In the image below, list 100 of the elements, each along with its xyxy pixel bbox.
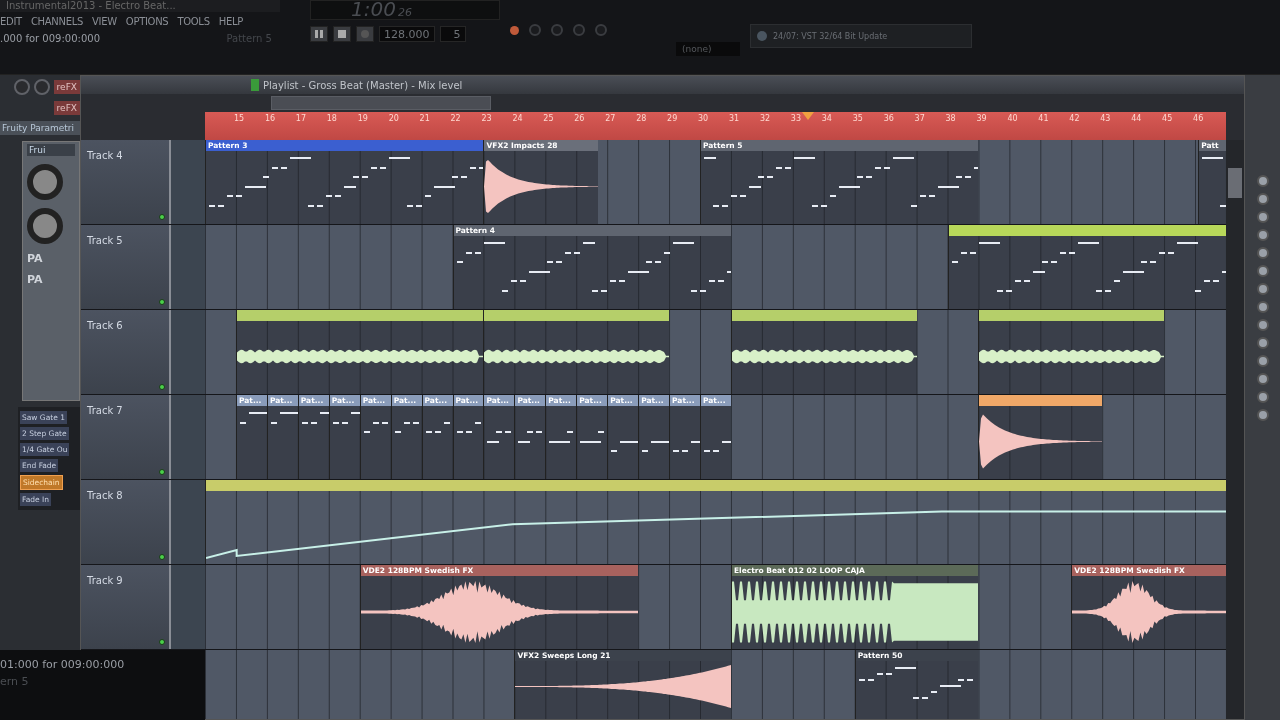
note-pattern-drawing	[301, 412, 329, 424]
stop-button[interactable]	[333, 26, 351, 42]
knob-icon[interactable]	[1256, 247, 1269, 259]
record-button[interactable]	[356, 26, 374, 42]
note-pattern-drawing	[332, 412, 360, 424]
led-icon[interactable]	[159, 384, 165, 390]
note-pattern-drawing	[363, 422, 388, 433]
knob-icon[interactable]	[1256, 337, 1269, 349]
knob-icon[interactable]	[1256, 391, 1269, 403]
bar-number: 33	[790, 114, 802, 123]
knob-icon[interactable]	[1256, 373, 1269, 385]
pattern-display[interactable]: 5	[439, 26, 466, 42]
bar-number: 32	[759, 114, 771, 123]
dial-icon[interactable]	[27, 164, 63, 200]
menu-item[interactable]: TOOLS	[177, 16, 210, 27]
note-pattern-drawing	[239, 412, 267, 424]
note-pattern-drawing	[425, 422, 450, 433]
bar-number: 22	[450, 114, 461, 123]
bar-number: 15	[233, 114, 245, 123]
news-panel[interactable]: 24/07: VST 32/64 Bit Update	[750, 24, 972, 48]
bar-number: 16	[264, 114, 276, 123]
scrollbar[interactable]	[1226, 140, 1244, 719]
note-pattern-drawing	[1202, 157, 1226, 207]
timeline-ruler[interactable]: 15 16 17 18 19 20 21 22 23 24 25 26 27 28 29 30 31 32 33 34 35 36 37 38 39 40 41 42 43 44 45 46	[205, 112, 1226, 140]
note-pattern-drawing	[549, 431, 574, 443]
bar-number: 43	[1100, 114, 1111, 123]
stop-icon	[337, 29, 347, 39]
record-icon	[360, 29, 370, 39]
knob-icon[interactable]	[13, 79, 30, 95]
menu-item[interactable]: HELP	[218, 16, 243, 27]
clip[interactable]	[978, 395, 1103, 479]
led-icon[interactable]	[159, 639, 165, 645]
led-icon[interactable]	[159, 214, 165, 220]
scrollbar-thumb[interactable]	[1228, 168, 1242, 198]
clip[interactable]	[947, 225, 1226, 309]
dial-icon[interactable]	[27, 208, 63, 244]
time-display: 1:00 26	[310, 0, 500, 20]
clip[interactable]	[730, 310, 917, 394]
note-pattern-drawing	[518, 431, 543, 443]
bar-number: 30	[698, 114, 709, 123]
panel-label: PA	[27, 252, 44, 265]
led-icon[interactable]	[159, 554, 165, 560]
plugin-button[interactable]: reFX	[53, 80, 80, 94]
preset-field[interactable]: (none)	[676, 42, 740, 56]
track-header[interactable]: Track 8	[81, 480, 171, 564]
bar-number: 17	[295, 114, 306, 123]
knob-icon[interactable]	[1256, 229, 1269, 241]
hint-text: .000 for 009:00:000	[0, 33, 100, 44]
track-name: Track 9	[87, 575, 123, 586]
led-icon[interactable]	[159, 469, 165, 475]
knob-icon[interactable]	[1256, 319, 1269, 331]
tempo-display[interactable]: 128.000	[379, 26, 435, 42]
knob-icon[interactable]	[1256, 301, 1269, 313]
panel-label: PA	[27, 273, 44, 286]
knob-icon[interactable]	[1256, 211, 1269, 223]
note-pattern-drawing	[580, 431, 605, 443]
bar-number: 23	[481, 114, 492, 123]
bar-number: 26	[574, 114, 585, 123]
pause-button[interactable]	[310, 26, 328, 42]
menu-item[interactable]: VIEW	[92, 16, 117, 27]
bar-number: 29	[667, 114, 678, 123]
track-header[interactable]: Track 6	[81, 310, 171, 394]
bar-number: 18	[326, 114, 337, 123]
bar-number: 34	[821, 114, 832, 123]
knob-icon[interactable]	[1256, 409, 1269, 421]
menu-item[interactable]: OPTIONS	[125, 16, 169, 27]
note-pattern-drawing	[487, 431, 512, 443]
track-name: Track 7	[87, 405, 123, 416]
playlist-title: Playlist - Gross Beat (Master) - Mix level	[263, 79, 463, 91]
track-header[interactable]: Track 7	[81, 395, 171, 479]
bar-number: 38	[945, 114, 956, 123]
automation-curve[interactable]	[206, 509, 1226, 560]
clip[interactable]	[483, 310, 670, 394]
knob-icon[interactable]	[1256, 265, 1269, 277]
plugin-title: Fruity Parametri	[0, 121, 80, 135]
plugin-button[interactable]: reFX	[53, 101, 80, 115]
note-pattern-drawing	[704, 441, 731, 452]
scrollbar[interactable]	[271, 96, 491, 110]
knob-icon[interactable]	[1256, 175, 1269, 187]
track-header[interactable]: Track 4	[81, 140, 171, 224]
bar-number: 25	[543, 114, 554, 123]
hint-text: ern 5	[0, 675, 30, 688]
knob-icon[interactable]	[1256, 283, 1269, 295]
track-header[interactable]: Track 5	[81, 225, 171, 309]
knob-icon[interactable]	[1256, 193, 1269, 205]
window-title: Instrumental2013 - Electro Beat...	[0, 0, 280, 12]
led-icon[interactable]	[159, 299, 165, 305]
track-name: Track 4	[87, 150, 123, 161]
note-pattern-drawing	[673, 441, 700, 452]
globe-icon	[757, 31, 767, 41]
knob-icon[interactable]	[33, 79, 50, 95]
menu-item[interactable]: CHANNELS	[30, 16, 84, 27]
bar-number: 46	[1193, 114, 1204, 123]
knob-icon[interactable]	[1256, 355, 1269, 367]
bar-number: 44	[1131, 114, 1142, 123]
clip[interactable]	[978, 310, 1165, 394]
menu-item[interactable]: EDIT	[0, 16, 22, 27]
clip[interactable]	[235, 310, 484, 394]
bar-number: 31	[728, 114, 740, 123]
track-header[interactable]: Track 9	[81, 565, 171, 649]
